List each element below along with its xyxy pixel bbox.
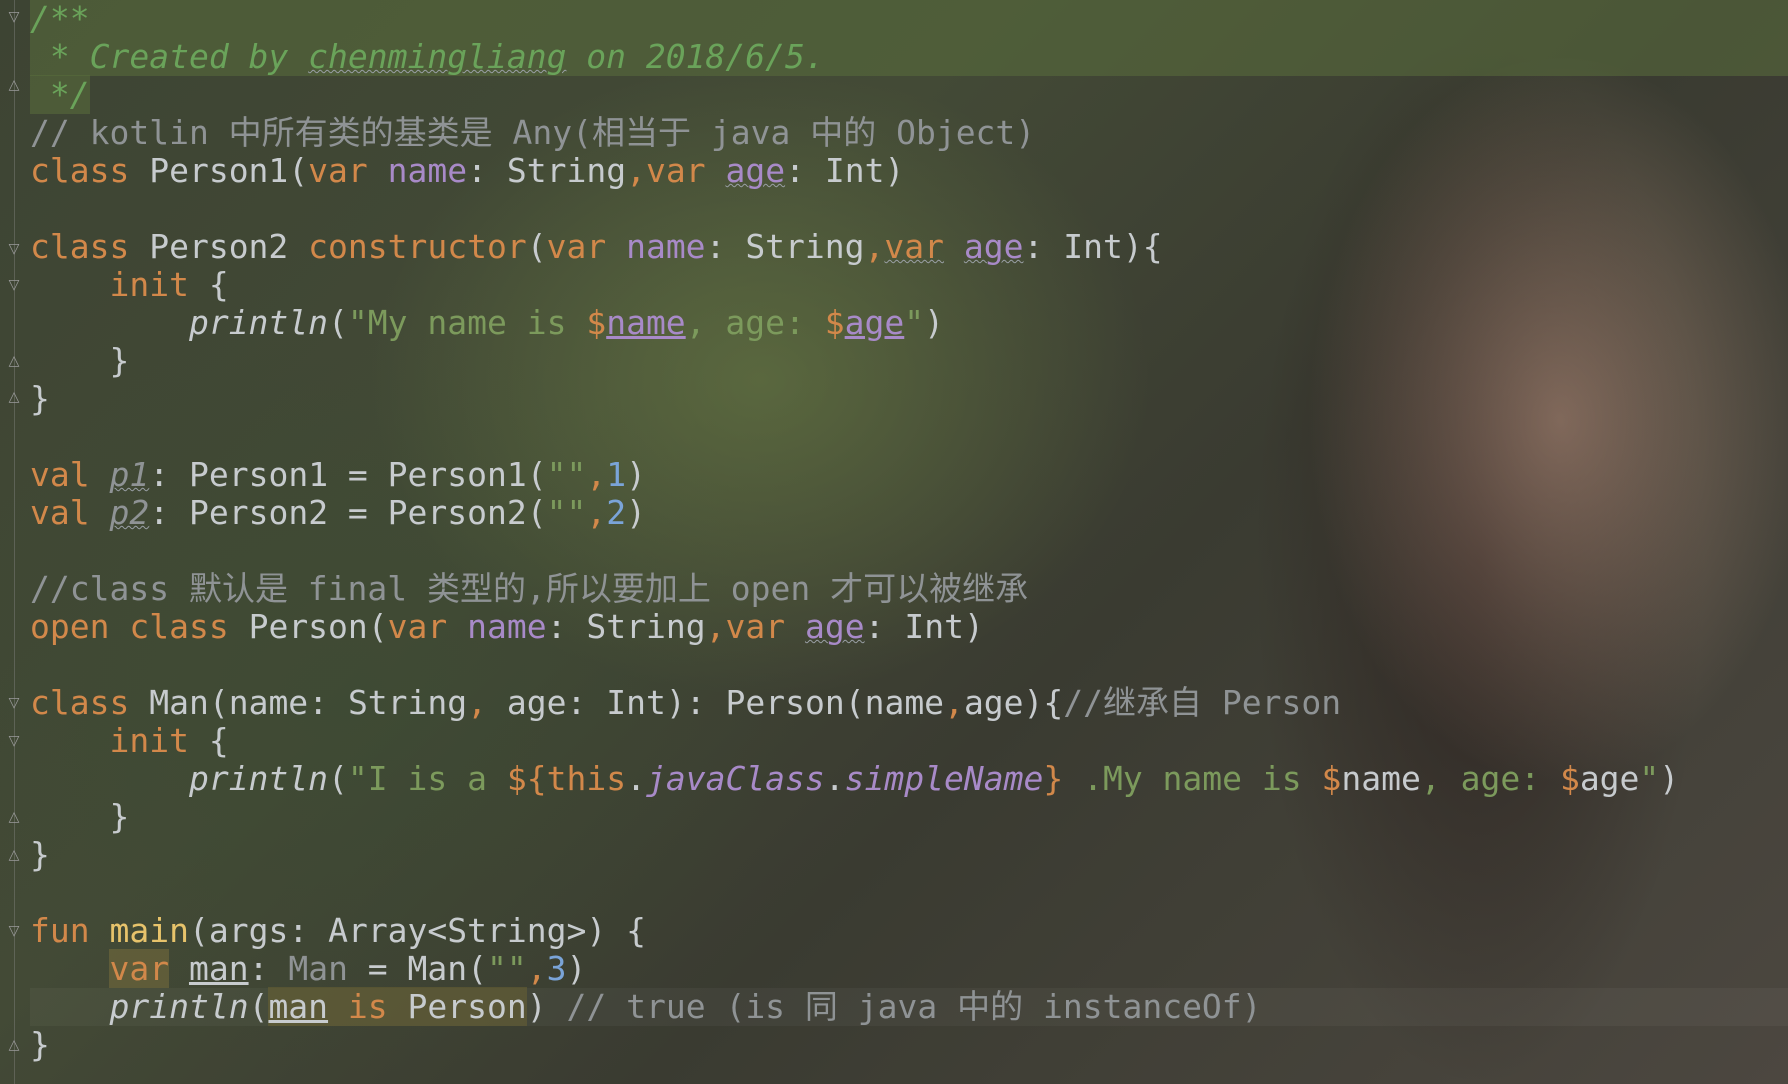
code-line-27[interactable]: println(man is Person) // true (is 同 jav… (30, 987, 1788, 1026)
gutter-line (14, 0, 15, 1084)
code-line-17[interactable]: open class Person(var name: String,var a… (30, 608, 1788, 646)
code-line-28[interactable]: } (30, 1026, 1788, 1064)
code-editor[interactable]: /** * Created by chenmingliang on 2018/6… (30, 0, 1788, 1084)
code-line-7[interactable]: class Person2 constructor(var name: Stri… (30, 228, 1788, 266)
code-line-16[interactable]: //class 默认是 final 类型的,所以要加上 open 才可以被继承 (30, 570, 1788, 608)
code-line-20[interactable]: init { (30, 722, 1788, 760)
fold-icon[interactable]: ▽ (6, 696, 22, 710)
fold-icon[interactable]: ▽ (6, 242, 22, 256)
fold-icon[interactable]: △ (6, 354, 22, 368)
code-line-3[interactable]: */ (30, 75, 1788, 114)
fold-icon[interactable]: ▽ (6, 10, 22, 24)
fold-icon[interactable]: ▽ (6, 734, 22, 748)
fold-icon[interactable]: △ (6, 810, 22, 824)
code-line-25[interactable]: fun main(args: Array<String>) { (30, 912, 1788, 950)
code-line-12[interactable] (30, 418, 1788, 456)
code-line-19[interactable]: class Man(name: String, age: Int): Perso… (30, 684, 1788, 722)
code-line-13[interactable]: val p1: Person1 = Person1("",1) (30, 456, 1788, 494)
code-line-18[interactable] (30, 646, 1788, 684)
fold-icon[interactable]: △ (6, 78, 22, 92)
code-line-15[interactable] (30, 532, 1788, 570)
code-line-5[interactable]: class Person1(var name: String,var age: … (30, 152, 1788, 190)
code-line-21[interactable]: println("I is a ${this.javaClass.simpleN… (30, 760, 1788, 798)
code-line-14[interactable]: val p2: Person2 = Person2("",2) (30, 494, 1788, 532)
code-line-2[interactable]: * Created by chenmingliang on 2018/6/5. (30, 38, 1788, 76)
code-line-24[interactable] (30, 874, 1788, 912)
code-line-8[interactable]: init { (30, 266, 1788, 304)
code-line-9[interactable]: println("My name is $name, age: $age") (30, 304, 1788, 342)
fold-icon[interactable]: ▽ (6, 278, 22, 292)
code-line-22[interactable]: } (30, 798, 1788, 836)
fold-icon[interactable]: △ (6, 1038, 22, 1052)
code-line-4[interactable]: // kotlin 中所有类的基类是 Any(相当于 java 中的 Objec… (30, 114, 1788, 152)
code-line-26[interactable]: var man: Man = Man("",3) (30, 949, 1788, 988)
code-line-11[interactable]: } (30, 380, 1788, 418)
gutter: ▽ △ ▽ ▽ △ △ ▽ ▽ △ △ ▽ △ (0, 0, 28, 1084)
code-line-6[interactable] (30, 190, 1788, 228)
fold-icon[interactable]: △ (6, 390, 22, 404)
fold-icon[interactable]: ▽ (6, 924, 22, 938)
code-line-23[interactable]: } (30, 836, 1788, 874)
code-line-10[interactable]: } (30, 342, 1788, 380)
code-line-1[interactable]: /** (30, 0, 1788, 38)
fold-icon[interactable]: △ (6, 848, 22, 862)
